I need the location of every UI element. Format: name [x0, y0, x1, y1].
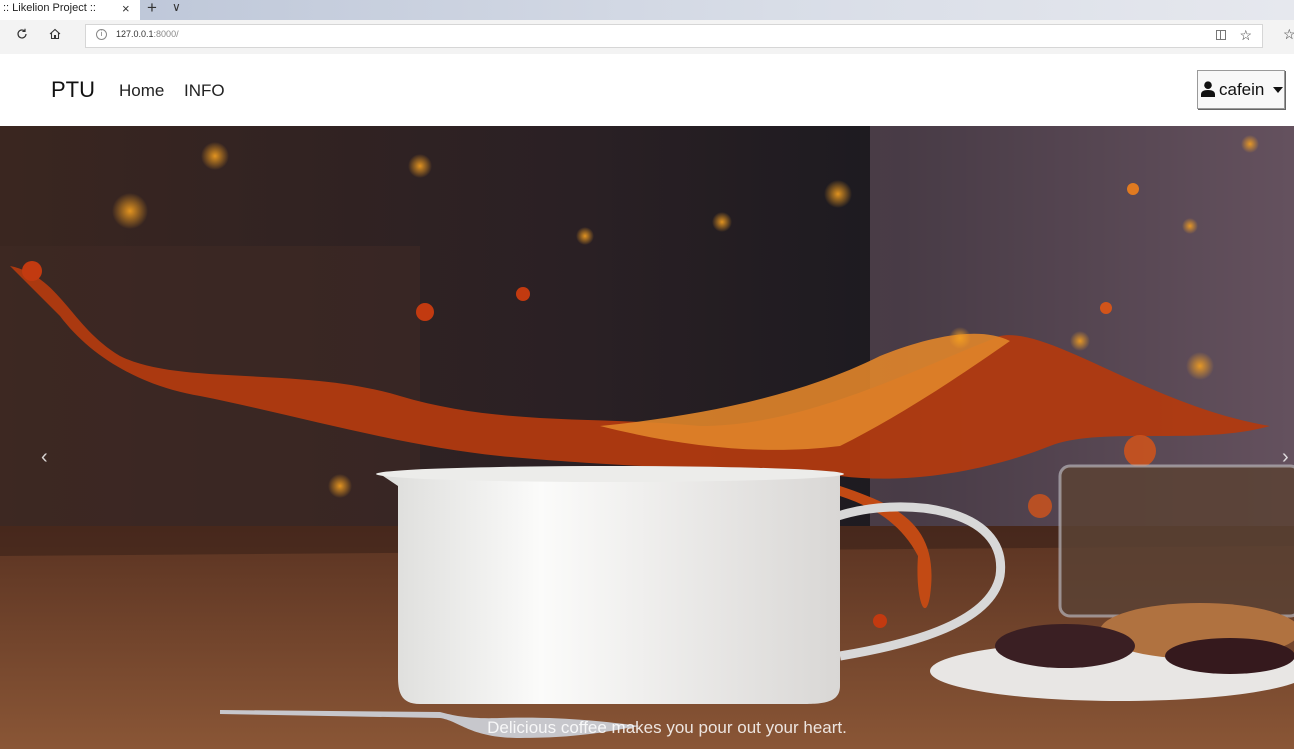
url-host: 127.0.0.1 [116, 29, 154, 39]
tab-list-chevron-icon[interactable]: ∨ [172, 0, 181, 14]
carousel-next-icon[interactable]: › [1282, 446, 1289, 469]
browser-address-bar: i 127.0.0.1:8000/ ☆ ☆ [0, 20, 1294, 55]
url-input[interactable]: i 127.0.0.1:8000/ ☆ [85, 24, 1263, 48]
site-navbar: PTU Home INFO cafein [0, 54, 1294, 126]
home-icon[interactable] [49, 27, 61, 43]
browser-tab-bar: :: Likelion Project :: × + ∨ [0, 0, 1294, 20]
reading-view-icon[interactable] [1216, 30, 1226, 40]
tab-title: :: Likelion Project :: [3, 2, 96, 14]
user-icon [1201, 81, 1215, 97]
navbar-brand[interactable]: PTU [51, 77, 95, 103]
nav-link-info[interactable]: INFO [184, 81, 225, 101]
site-info-icon[interactable]: i [96, 29, 107, 40]
new-tab-button[interactable]: + [147, 0, 157, 18]
hero-carousel: ‹ › Delicious coffee makes you pour out … [0, 126, 1294, 749]
user-dropdown-button[interactable]: cafein [1197, 70, 1285, 109]
coffee-splash-image [0, 126, 1294, 749]
favorites-hub-icon[interactable]: ☆ [1283, 26, 1294, 43]
carousel-prev-icon[interactable]: ‹ [41, 446, 48, 469]
dropdown-caret-icon [1273, 87, 1283, 93]
url-path: :8000/ [153, 29, 179, 39]
url-text: 127.0.0.1:8000/ [116, 29, 179, 39]
user-name: cafein [1219, 80, 1265, 99]
favorite-star-icon[interactable]: ☆ [1239, 27, 1252, 44]
tab-close-icon[interactable]: × [122, 0, 130, 17]
nav-link-home[interactable]: Home [119, 81, 164, 101]
refresh-icon[interactable] [16, 27, 28, 43]
browser-tab[interactable]: :: Likelion Project :: × [0, 0, 140, 20]
carousel-caption: Delicious coffee makes you pour out your… [487, 718, 847, 737]
